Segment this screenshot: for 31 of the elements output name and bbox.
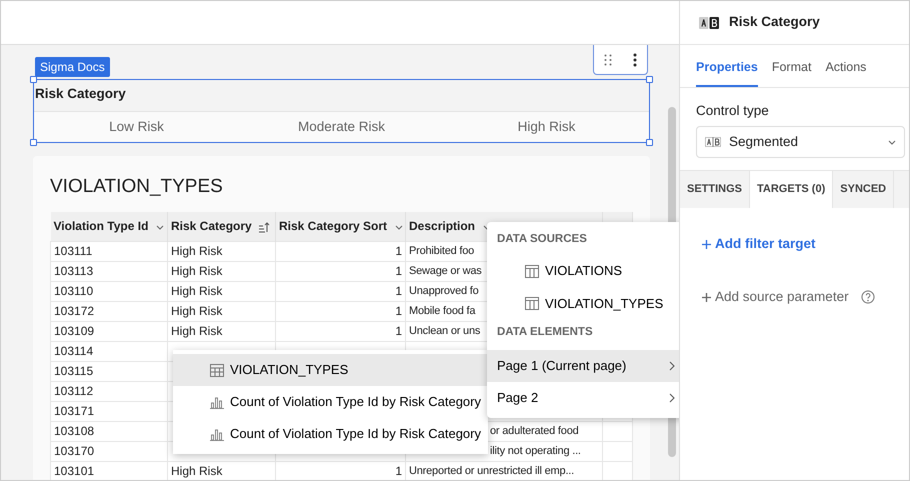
element-tag: Sigma Docs <box>35 57 110 77</box>
table-cell: 103101 <box>50 461 168 480</box>
table-cell: High Risk <box>168 261 276 282</box>
table-cell: High Risk <box>168 461 276 480</box>
field-label: Control type <box>695 102 770 120</box>
panel-title: Risk Category <box>729 13 820 32</box>
table-cell: 103110 <box>50 281 168 302</box>
table-cell: 103111 <box>50 241 168 262</box>
table-cell: High Risk <box>168 281 276 302</box>
control-title: Risk Category <box>34 85 127 103</box>
table-cell: Unreported or unrestricted ill emp... <box>406 461 602 480</box>
table-cell: 1 <box>276 241 406 262</box>
table-cell: High Risk <box>168 321 276 342</box>
table-cell: 103172 <box>50 301 168 322</box>
table-cell: 1 <box>276 281 406 302</box>
table-cell: 103113 <box>50 261 168 282</box>
table-cell: 1 <box>276 301 406 322</box>
table-cell: High Risk <box>168 241 276 262</box>
table-cell: 103112 <box>50 381 168 402</box>
table-cell: 1 <box>276 321 406 342</box>
table-title: VIOLATION_TYPES <box>50 176 224 200</box>
table-cell: 103171 <box>50 401 168 422</box>
menu-section-heading: DATA ELEMENTS <box>496 325 594 340</box>
table-cell: 103114 <box>50 341 168 362</box>
table-cell: 103115 <box>50 361 168 382</box>
table-cell: 103108 <box>50 421 168 442</box>
table-cell: High Risk <box>168 301 276 322</box>
table-cell: 1 <box>276 261 406 282</box>
table-cell: 103109 <box>50 321 168 342</box>
table-cell: 103170 <box>50 441 168 462</box>
table-cell: 1 <box>276 461 406 480</box>
